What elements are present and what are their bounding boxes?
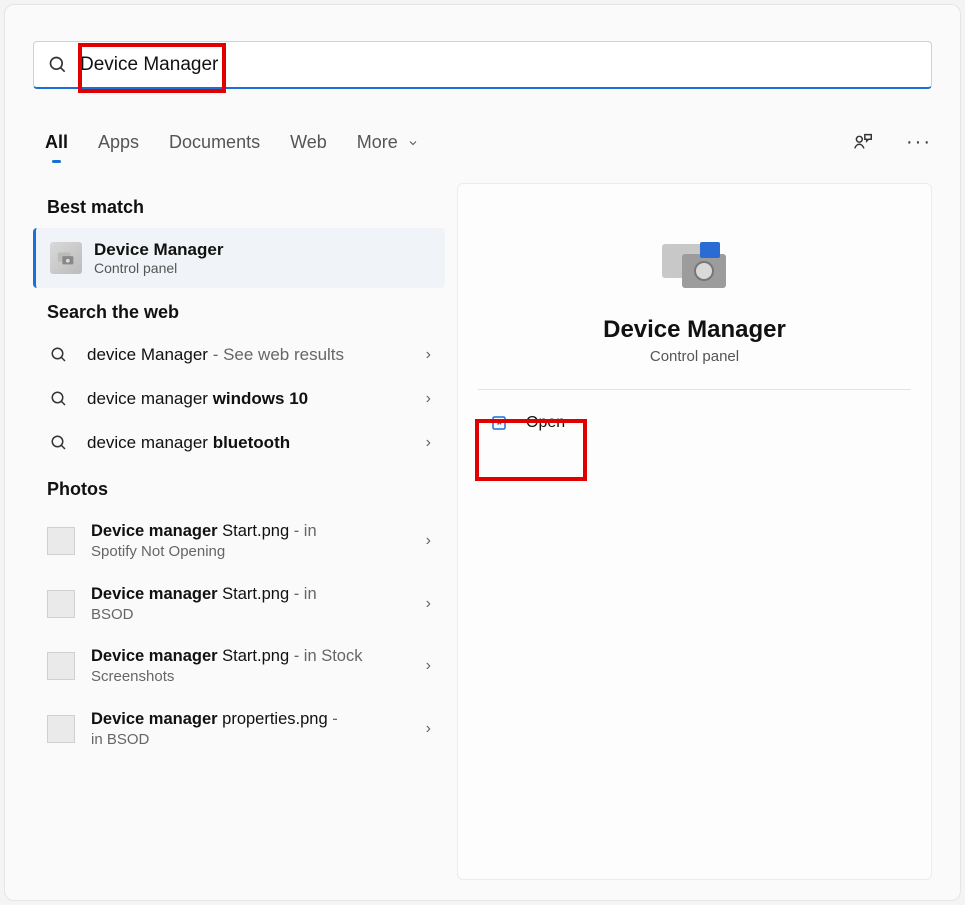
section-best-match: Best match — [33, 183, 445, 228]
search-icon — [47, 343, 71, 367]
device-manager-icon — [50, 242, 82, 274]
preview-title: Device Manager — [603, 316, 786, 344]
chevron-right-icon: › — [420, 390, 431, 408]
chevron-down-icon — [407, 137, 419, 149]
chevron-right-icon: › — [420, 595, 431, 613]
photo-result-item[interactable]: Device manager Start.png - in Stock Scre… — [33, 635, 445, 698]
photo-result-item[interactable]: Device manager properties.png - in BSOD … — [33, 698, 445, 761]
search-icon — [47, 387, 71, 411]
open-action-label: Open — [526, 414, 565, 432]
filter-tabs: All Apps Documents Web More ··· — [45, 123, 932, 161]
search-bar[interactable] — [33, 41, 932, 89]
best-match-subtitle: Control panel — [94, 260, 223, 276]
search-input[interactable] — [68, 54, 917, 76]
preview-app-icon — [652, 230, 738, 300]
tab-all[interactable]: All — [45, 132, 68, 153]
thumbnail-icon — [47, 652, 75, 680]
section-search-web: Search the web — [33, 288, 445, 333]
web-result-text: device manager — [87, 433, 213, 452]
chevron-right-icon: › — [420, 434, 431, 452]
thumbnail-icon — [47, 715, 75, 743]
preview-subtitle: Control panel — [650, 348, 739, 365]
search-panel: All Apps Documents Web More ··· Best mat… — [4, 4, 961, 901]
results-column: Best match Device Manager Control panel … — [33, 183, 445, 760]
best-match-title: Device Manager — [94, 240, 223, 260]
thumbnail-icon — [47, 590, 75, 618]
web-result-item[interactable]: device manager windows 10 › — [33, 377, 445, 421]
feedback-icon[interactable] — [850, 129, 876, 155]
search-icon — [48, 55, 68, 75]
photo-result-item[interactable]: Device manager Start.png - in BSOD › — [33, 573, 445, 636]
chevron-right-icon: › — [420, 532, 431, 550]
tab-web[interactable]: Web — [290, 132, 327, 153]
open-action[interactable]: Open — [478, 400, 911, 446]
best-match-result[interactable]: Device Manager Control panel — [33, 228, 445, 288]
tab-more-label: More — [357, 132, 398, 152]
more-options-icon[interactable]: ··· — [906, 129, 932, 155]
web-result-item[interactable]: device Manager - See web results › — [33, 333, 445, 377]
web-result-text: device Manager — [87, 345, 208, 364]
chevron-right-icon: › — [420, 657, 431, 675]
section-photos: Photos — [33, 465, 445, 510]
tab-apps[interactable]: Apps — [98, 132, 139, 153]
tab-documents[interactable]: Documents — [169, 132, 260, 153]
preview-pane: Device Manager Control panel Open — [457, 183, 932, 880]
thumbnail-icon — [47, 527, 75, 555]
web-result-item[interactable]: device manager bluetooth › — [33, 421, 445, 465]
chevron-right-icon: › — [420, 720, 431, 738]
chevron-right-icon: › — [420, 346, 431, 364]
photo-result-item[interactable]: Device manager Start.png - in Spotify No… — [33, 510, 445, 573]
search-icon — [47, 431, 71, 455]
open-external-icon — [488, 412, 510, 434]
tab-more[interactable]: More — [357, 132, 419, 153]
web-result-text: device manager — [87, 389, 213, 408]
